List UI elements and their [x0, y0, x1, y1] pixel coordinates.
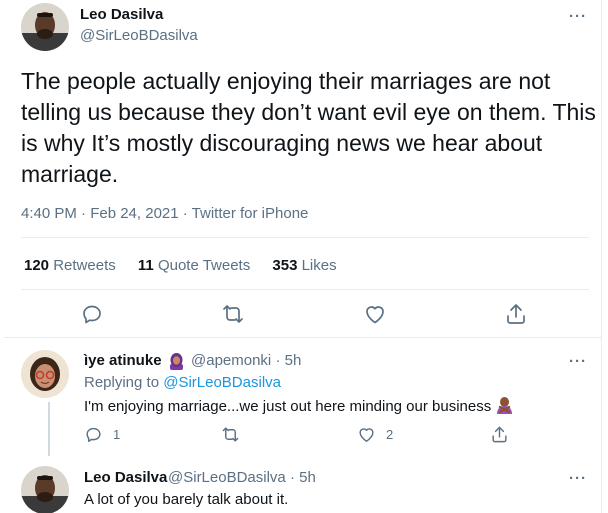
like-icon: [359, 428, 374, 442]
replying-to-label: Replying to: [84, 374, 160, 391]
likes-count: 353: [272, 257, 298, 274]
divider: [21, 237, 589, 238]
reply-icon: [86, 427, 101, 442]
likes-label: Likes: [301, 257, 337, 274]
share-icon: [492, 426, 507, 443]
reply-text-content: I'm enjoying marriage...we just out here…: [84, 398, 492, 415]
more-options-icon[interactable]: ···: [569, 9, 587, 24]
woman-with-headscarf-emoji: [168, 352, 185, 375]
likes-stat[interactable]: 353 Likes: [272, 257, 336, 274]
author-avatar[interactable]: [21, 3, 69, 51]
thread-connector: [48, 402, 50, 456]
more-options-icon[interactable]: ···: [569, 354, 587, 369]
retweet-icon[interactable]: [221, 302, 245, 326]
reply-handle[interactable]: @apemonki: [191, 352, 271, 369]
reply-avatar[interactable]: [21, 466, 69, 513]
reply-text: A lot of you barely talk about it.: [84, 491, 289, 508]
reply-author-name[interactable]: ìye atinuke: [84, 352, 162, 369]
reply-time[interactable]: · 5h: [290, 469, 316, 486]
like-icon[interactable]: [363, 302, 387, 326]
reply-author-name[interactable]: Leo Dasilva: [84, 469, 167, 486]
tweet-text: The people actually enjoying their marri…: [21, 68, 596, 187]
reply-retweet-button[interactable]: [221, 425, 250, 444]
replying-to: Replying to @SirLeoBDasilva: [84, 374, 281, 391]
person-gesturing-no-emoji: [495, 396, 514, 418]
author-name[interactable]: Leo Dasilva: [80, 6, 163, 23]
more-options-icon[interactable]: ···: [569, 471, 587, 486]
tweet-timestamp[interactable]: 4:40 PM · Feb 24, 2021 · Twitter for iPh…: [21, 205, 308, 222]
divider: [4, 337, 601, 338]
reply-avatar[interactable]: [21, 350, 69, 398]
tweet-detail-panel: Leo Dasilva @SirLeoBDasilva ··· The peop…: [4, 0, 602, 513]
retweets-label: Retweets: [53, 257, 116, 274]
reply-author-handle[interactable]: @SirLeoBDasilva · 5h: [168, 469, 316, 486]
reply-text: I'm enjoying marriage...we just out here…: [84, 396, 514, 418]
divider: [21, 289, 589, 290]
reply-icon[interactable]: [80, 302, 104, 326]
author-handle[interactable]: @SirLeoBDasilva: [80, 27, 198, 44]
retweet-icon: [222, 427, 239, 442]
retweets-count: 120: [24, 257, 50, 274]
engagement-stats: 120 Retweets 11 Quote Tweets 353 Likes: [24, 257, 355, 274]
reply-reply-button[interactable]: 1: [84, 425, 120, 444]
reply-share-button[interactable]: [490, 425, 509, 444]
reply-count: 1: [113, 427, 121, 442]
quote-tweets-count: 11: [137, 257, 154, 274]
replying-to-handle[interactable]: @SirLeoBDasilva: [163, 374, 281, 391]
reply-like-button[interactable]: 2: [357, 425, 393, 444]
quote-tweets-label: Quote Tweets: [157, 257, 251, 274]
reply-like-count: 2: [386, 427, 394, 442]
reply-time[interactable]: · 5h: [275, 352, 301, 369]
quote-tweets-stat[interactable]: 11 Quote Tweets: [138, 257, 250, 274]
retweets-stat[interactable]: 120 Retweets: [24, 257, 116, 274]
share-icon[interactable]: [504, 302, 528, 326]
reply-author-handle[interactable]: @apemonki · 5h: [191, 352, 301, 369]
reply-handle[interactable]: @SirLeoBDasilva: [168, 469, 286, 486]
